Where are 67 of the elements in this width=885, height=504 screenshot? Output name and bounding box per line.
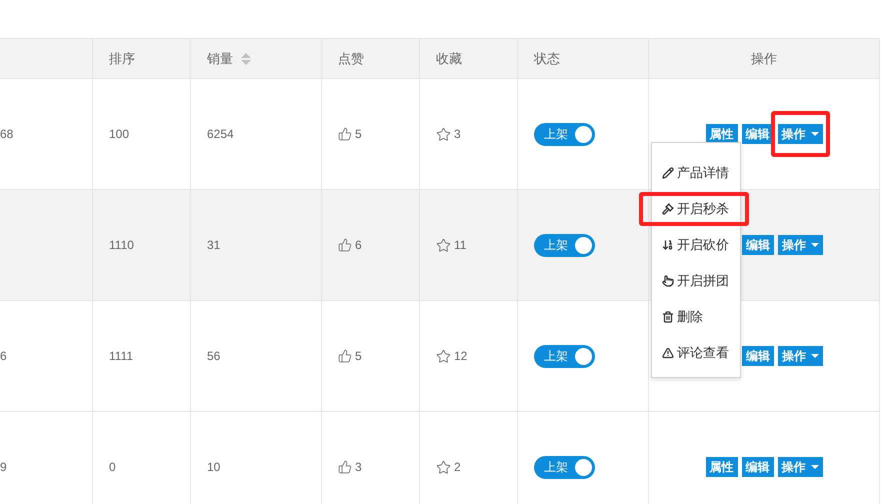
like-count: 6 xyxy=(355,237,362,254)
pointer-hand-icon xyxy=(662,275,674,287)
table-cell-text: 0 xyxy=(109,459,116,476)
like-count: 3 xyxy=(355,459,362,476)
caret-icon xyxy=(810,465,818,469)
action-button[interactable]: 属性 xyxy=(706,124,738,144)
table-cell-text: 9 xyxy=(0,459,7,476)
toggle-knob-icon xyxy=(575,458,592,476)
favorite-count: 12 xyxy=(454,348,468,365)
table-cell-text: 1110 xyxy=(109,237,134,254)
table-cell-text: 56 xyxy=(207,348,220,365)
table-cell-text: 6 xyxy=(0,348,7,365)
menu-item[interactable]: 开启拼团 xyxy=(662,270,729,292)
toggle-knob-icon xyxy=(575,236,592,254)
menu-item[interactable]: 开启秒杀 xyxy=(662,198,729,220)
status-toggle[interactable]: 上架 xyxy=(534,234,595,256)
star-icon[interactable] xyxy=(436,126,451,142)
action-button[interactable]: 编辑 xyxy=(742,457,774,477)
actions-dropdown-button[interactable]: 操作 xyxy=(778,346,823,366)
menu-item[interactable]: 删除 xyxy=(662,306,703,328)
thumbs-up-icon[interactable] xyxy=(338,349,352,363)
table-cell-text: 1111 xyxy=(109,348,134,365)
status-toggle[interactable]: 上架 xyxy=(534,456,595,478)
menu-item[interactable]: 开启砍价 xyxy=(662,234,729,256)
table-cell-text: 31 xyxy=(207,237,220,254)
caret-icon xyxy=(811,354,819,358)
column-header: 状态 xyxy=(534,50,560,68)
column-header: 操作 xyxy=(751,50,777,68)
actions-dropdown-button[interactable]: 操作 xyxy=(778,124,822,144)
column-header: 收藏 xyxy=(436,50,462,68)
thumbs-up-icon[interactable] xyxy=(338,460,352,474)
warning-icon xyxy=(662,347,674,359)
thumbs-up-icon[interactable] xyxy=(338,127,352,141)
favorite-count: 2 xyxy=(454,459,461,476)
action-button[interactable]: 编辑 xyxy=(742,124,774,144)
trash-icon xyxy=(662,311,674,323)
like-count: 5 xyxy=(355,126,362,143)
star-icon[interactable] xyxy=(436,238,451,252)
column-header: 销量 xyxy=(207,50,233,68)
menu-item[interactable]: 评论查看 xyxy=(662,342,729,364)
action-button[interactable]: 编辑 xyxy=(742,235,774,255)
star-icon[interactable] xyxy=(436,460,451,474)
action-button[interactable]: 编辑 xyxy=(742,346,774,366)
toggle-knob-icon xyxy=(575,348,592,364)
thumbs-up-icon[interactable] xyxy=(338,238,352,252)
gavel-icon xyxy=(662,203,674,215)
table-cell-text: 100 xyxy=(109,126,130,143)
favorite-count: 11 xyxy=(454,237,466,254)
table-cell-text: 68 xyxy=(0,126,14,143)
column-header: 排序 xyxy=(109,50,135,68)
actions-dropdown-button[interactable]: 操作 xyxy=(778,457,822,477)
toggle-knob-icon xyxy=(575,126,592,142)
actions-dropdown-button[interactable]: 操作 xyxy=(778,235,823,255)
sort-icon xyxy=(662,239,674,251)
caret-icon xyxy=(811,243,819,247)
action-button[interactable]: 属性 xyxy=(706,457,738,477)
star-icon[interactable] xyxy=(436,348,451,364)
favorite-count: 3 xyxy=(454,126,461,143)
caret-icon xyxy=(810,132,818,136)
pencil-icon xyxy=(662,167,674,179)
table-cell-text: 6254 xyxy=(207,126,234,143)
menu-item[interactable]: 产品详情 xyxy=(662,162,729,184)
table-cell-text: 10 xyxy=(207,459,220,476)
status-toggle[interactable]: 上架 xyxy=(534,122,595,146)
status-toggle[interactable]: 上架 xyxy=(534,344,595,368)
like-count: 5 xyxy=(355,348,362,365)
column-header: 点赞 xyxy=(338,50,364,68)
